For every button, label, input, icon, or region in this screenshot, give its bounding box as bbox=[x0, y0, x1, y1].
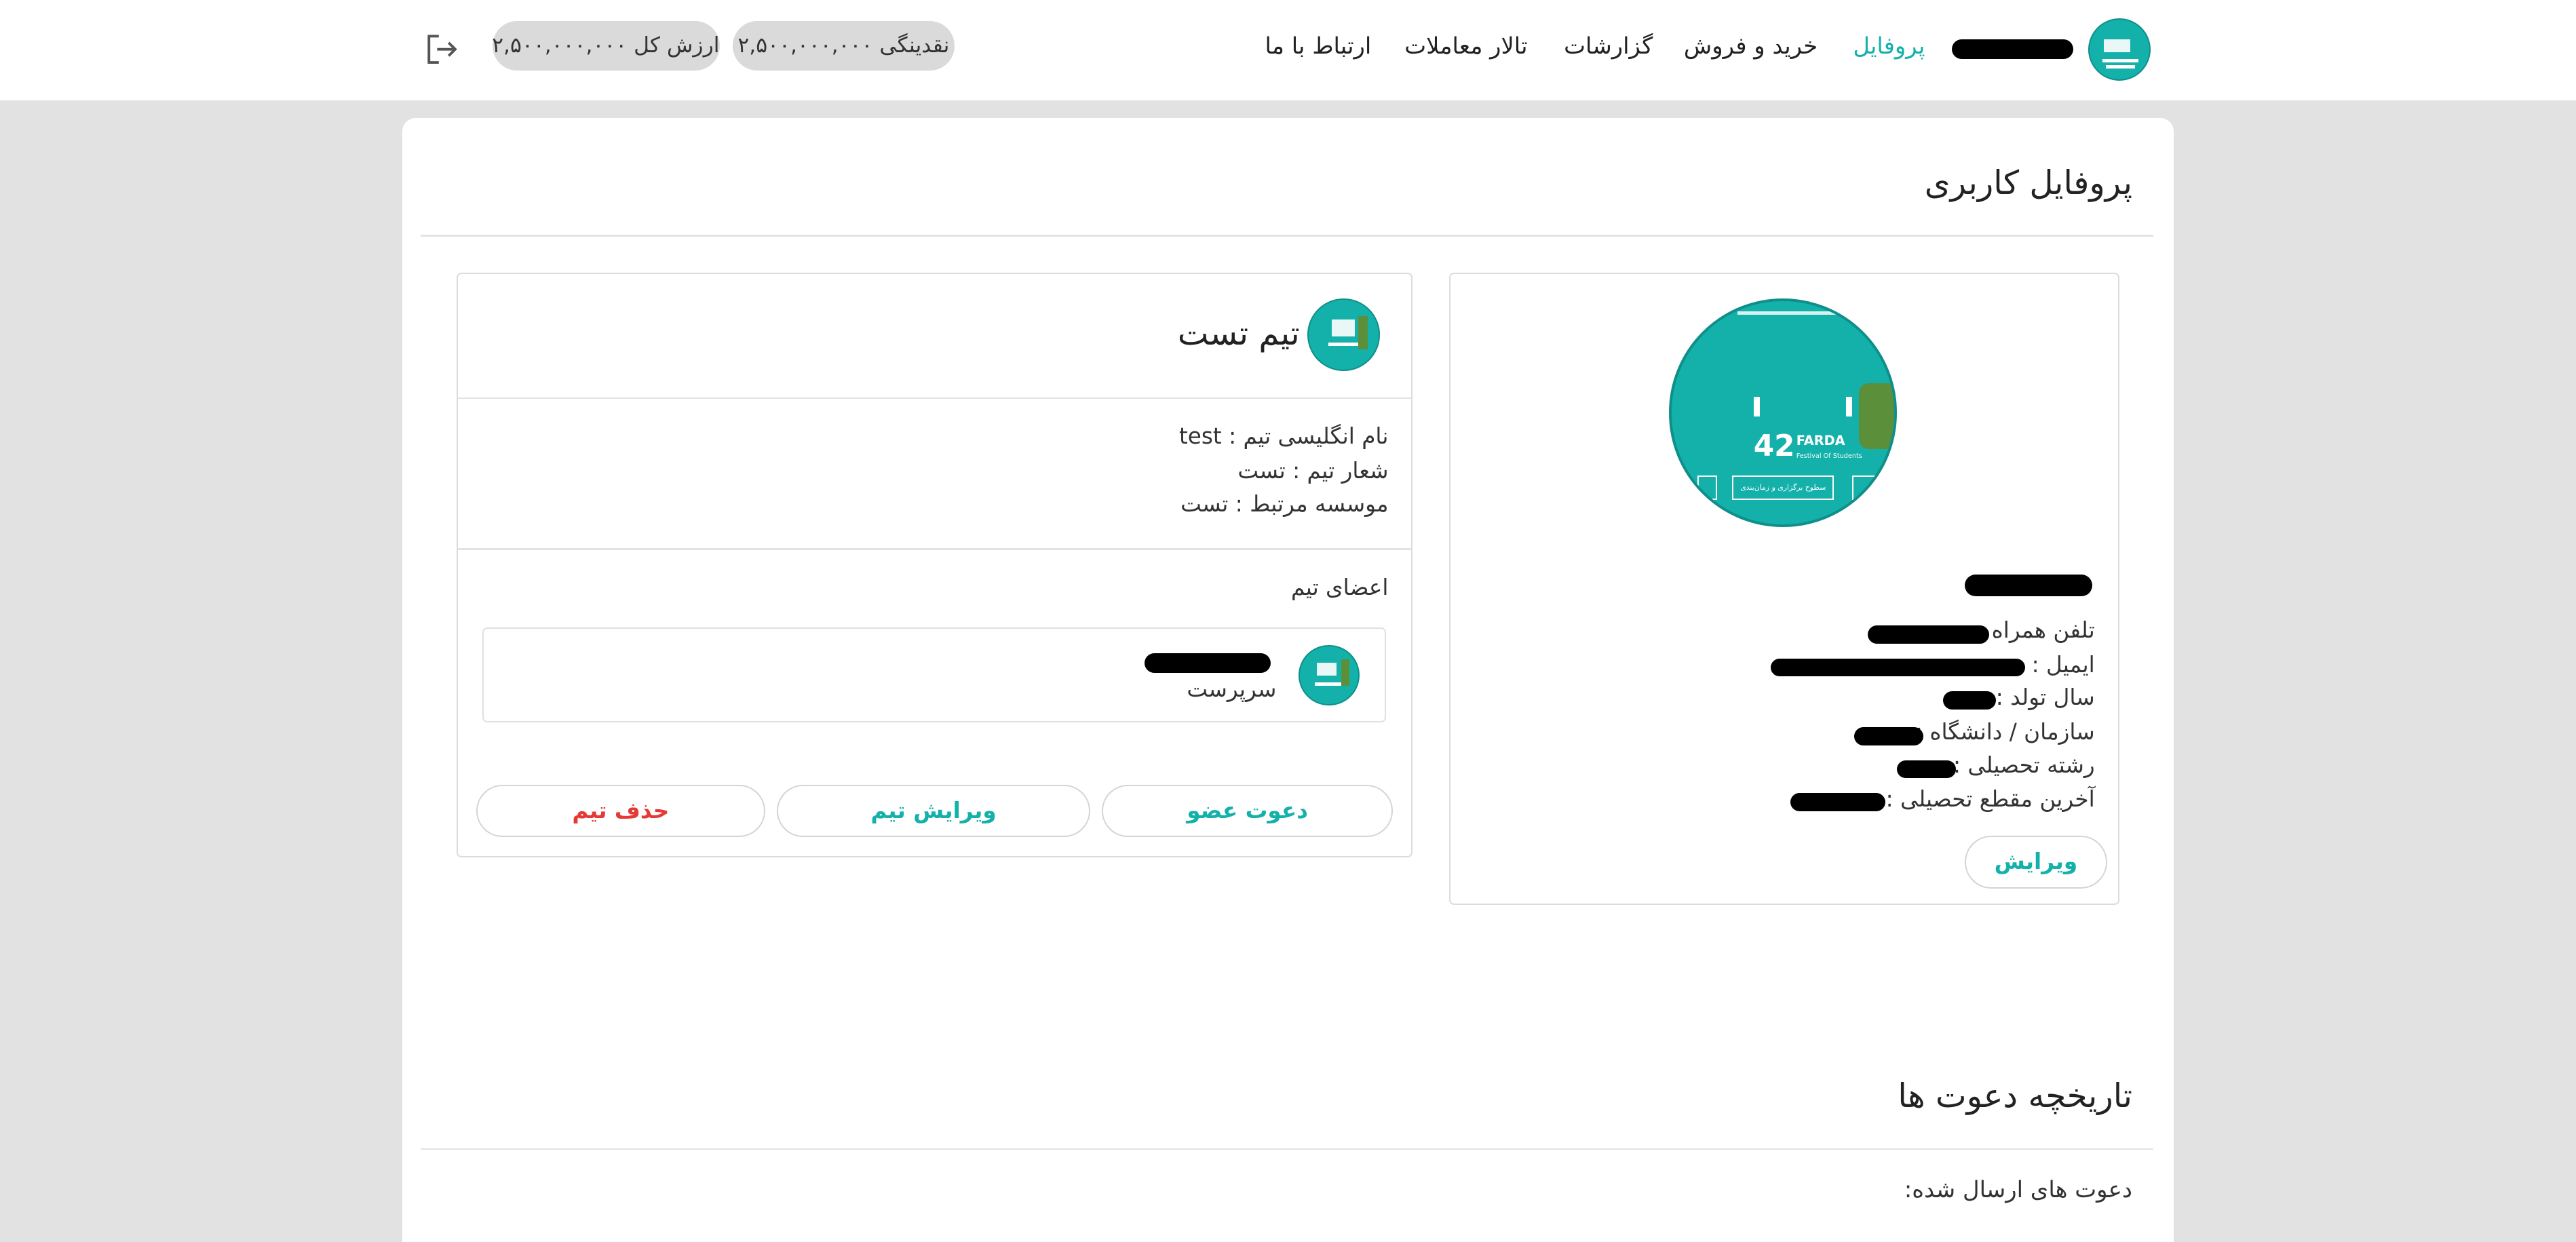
profile-email-redacted bbox=[1770, 658, 2026, 677]
invites-title: تاریخچه دعوت ها bbox=[1898, 1077, 2132, 1116]
avatar-plant-image bbox=[1858, 383, 1895, 450]
team-name: تیم تست bbox=[1177, 315, 1300, 353]
invite-member-button[interactable]: دعوت عضو bbox=[1102, 784, 1393, 838]
profile-field-of-study-label: رشته تحصیلی : bbox=[1953, 752, 2095, 778]
nav-contact[interactable]: ارتباط با ما bbox=[1265, 33, 1371, 59]
team-english-name: نام انگلیسی تیم : test bbox=[1178, 423, 1389, 450]
profile-phone-label: تلفن همراه : bbox=[1977, 617, 2095, 643]
member-role: سرپرست bbox=[1187, 676, 1277, 702]
main-content-panel: پروفایل کاربری 42 FARDA Festival Of Stud… bbox=[402, 118, 2174, 1242]
nav-reports[interactable]: گزارشات bbox=[1564, 33, 1653, 59]
avatar-badge: سطوح برگزاری و زمان‌بندی bbox=[1732, 475, 1834, 501]
top-navbar: پروفایل خرید و فروش گزارشات تالار معاملا… bbox=[0, 0, 2576, 100]
profile-phone-redacted bbox=[1867, 625, 1989, 644]
delete-team-button[interactable]: حذف تیم bbox=[476, 784, 765, 838]
nav-trading-hall[interactable]: تالار معاملات bbox=[1404, 33, 1527, 59]
invites-divider bbox=[420, 1148, 2154, 1150]
cash-balance-badge: نقدینگی ۲,۵۰۰,۰۰۰,۰۰۰ bbox=[732, 21, 955, 71]
sent-invites-label: دعوت های ارسال شده: bbox=[1904, 1176, 2132, 1203]
profile-birth-year-redacted bbox=[1943, 691, 1996, 710]
member-avatar bbox=[1299, 644, 1360, 706]
profile-avatar: 42 FARDA Festival Of Students سطوح برگزا… bbox=[1668, 298, 1898, 527]
profile-name-redacted bbox=[1964, 575, 2093, 596]
avatar-brand: FARDA bbox=[1796, 432, 1845, 448]
total-value-badge: ارزش کل ۲,۵۰۰,۰۰۰,۰۰۰ bbox=[492, 21, 720, 71]
avatar-subtitle: Festival Of Students bbox=[1796, 452, 1862, 461]
team-card: تیم تست نام انگلیسی تیم : test شعار تیم … bbox=[457, 272, 1413, 857]
team-avatar bbox=[1307, 298, 1380, 371]
logout-icon[interactable] bbox=[424, 31, 460, 67]
team-slogan: شعار تیم : تست bbox=[1237, 458, 1389, 484]
page-title: پروفایل کاربری bbox=[1924, 164, 2132, 203]
app-logo[interactable] bbox=[2088, 18, 2151, 81]
profile-card: 42 FARDA Festival Of Students سطوح برگزا… bbox=[1448, 272, 2119, 906]
team-header-divider bbox=[458, 397, 1411, 399]
profile-email-label: ایمیل : bbox=[2031, 651, 2095, 678]
member-name-redacted bbox=[1144, 653, 1271, 673]
nav-profile[interactable]: پروفایل bbox=[1853, 33, 1925, 59]
avatar-number: 42 bbox=[1753, 429, 1795, 464]
profile-field-of-study-redacted bbox=[1897, 760, 1957, 779]
team-institution: موسسه مرتبط : تست bbox=[1180, 490, 1389, 517]
title-divider bbox=[420, 235, 2154, 237]
profile-organization-label: سازمان / دانشگاه : bbox=[1915, 719, 2095, 745]
profile-birth-year-label: سال تولد : bbox=[1995, 684, 2095, 711]
nav-buy-sell[interactable]: خرید و فروش bbox=[1684, 33, 1818, 59]
profile-edit-button[interactable]: ویرایش bbox=[1964, 836, 2108, 889]
profile-degree-redacted bbox=[1790, 793, 1886, 811]
profile-degree-label: آخرین مقطع تحصیلی : bbox=[1885, 786, 2095, 813]
username-redacted[interactable] bbox=[1951, 39, 2073, 60]
avatar-arabic-mark bbox=[1753, 396, 1853, 416]
team-info-divider bbox=[458, 548, 1411, 550]
team-members-title: اعضای تیم bbox=[1290, 575, 1389, 601]
team-member-item: سرپرست bbox=[482, 627, 1387, 722]
edit-team-button[interactable]: ویرایش تیم bbox=[776, 784, 1091, 838]
profile-organization-redacted bbox=[1854, 727, 1923, 745]
